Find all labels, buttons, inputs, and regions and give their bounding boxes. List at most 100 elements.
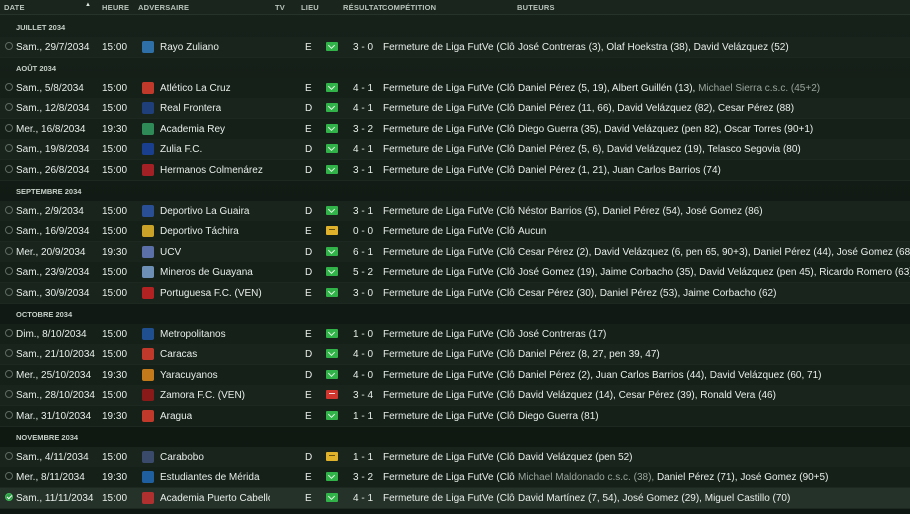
header-tv[interactable]: TV	[275, 3, 285, 12]
row-select-checkbox[interactable]	[5, 82, 13, 91]
table-row[interactable]: Sam., 26/8/2034 15:00 Hermanos Colmenárez D…	[0, 160, 910, 181]
sort-up-icon[interactable]: ▲	[85, 2, 91, 8]
opponent-link[interactable]: Atlético La Cruz	[160, 83, 231, 94]
opponent-link[interactable]: Deportivo Táchira	[160, 226, 239, 237]
competition-link[interactable]: Fermeture de Liga FutVe (Clôture)	[383, 247, 515, 258]
opponent-link[interactable]: Estudiantes de Mérida	[160, 472, 260, 483]
match-score[interactable]: 1 - 0	[353, 329, 373, 340]
row-select-checkbox[interactable]	[5, 451, 13, 460]
table-row[interactable]: Sam., 5/8/2034 15:00 Atlético La Cruz E 4 - …	[0, 77, 910, 99]
table-row[interactable]: Sam., 19/8/2034 15:00 Zulia F.C. D 4 - 1 Ferm…	[0, 139, 910, 161]
competition-link[interactable]: Fermeture de Liga FutVe (Clôture)	[383, 452, 515, 463]
competition-link[interactable]: Fermeture de Liga FutVe (Clôture)	[383, 42, 515, 53]
table-row[interactable]: Mer., 16/8/2034 19:30 Academia Rey E 3 - 2 Fe…	[0, 118, 910, 140]
competition-link[interactable]: Fermeture de Liga FutVe (Clôture)	[383, 329, 515, 340]
row-select-checkbox[interactable]	[5, 205, 13, 214]
row-select-checkbox[interactable]	[5, 328, 13, 337]
competition-link[interactable]: Fermeture de Liga FutVe (Clôture)	[383, 493, 515, 504]
opponent-link[interactable]: Carabobo	[160, 452, 204, 463]
match-score[interactable]: 6 - 1	[353, 247, 373, 258]
competition-link[interactable]: Fermeture de Liga FutVe (Clôture)	[383, 103, 515, 114]
match-score[interactable]: 4 - 1	[353, 493, 373, 504]
match-score[interactable]: 1 - 1	[353, 411, 373, 422]
competition-link[interactable]: Fermeture de Liga FutVe (Clôture)	[383, 267, 515, 278]
match-score[interactable]: 3 - 1	[353, 206, 373, 217]
row-select-checkbox[interactable]	[5, 226, 13, 235]
opponent-link[interactable]: UCV	[160, 247, 181, 258]
match-score[interactable]: 4 - 0	[353, 349, 373, 360]
row-select-checkbox[interactable]	[5, 165, 13, 173]
opponent-link[interactable]: Academia Rey	[160, 124, 225, 135]
header-competition[interactable]: COMPÉTITION	[382, 3, 436, 12]
match-score[interactable]: 4 - 1	[353, 103, 373, 114]
row-select-checkbox[interactable]	[5, 123, 13, 132]
table-row[interactable]: Sam., 28/10/2034 15:00 Zamora F.C. (VEN) E 3…	[0, 385, 910, 407]
table-row[interactable]: Sam., 16/9/2034 15:00 Deportivo Táchira E 0 …	[0, 221, 910, 243]
header-date[interactable]: DATE	[4, 3, 25, 12]
competition-link[interactable]: Fermeture de Liga FutVe (Clôture)	[383, 370, 515, 381]
row-select-checkbox[interactable]	[5, 369, 13, 378]
table-row[interactable]: Dim., 8/10/2034 15:00 Metropolitanos E 1 - 0…	[0, 323, 910, 345]
match-score[interactable]: 3 - 0	[353, 42, 373, 53]
opponent-link[interactable]: Zulia F.C.	[160, 144, 202, 155]
opponent-link[interactable]: Deportivo La Guaira	[160, 206, 250, 217]
row-select-checkbox[interactable]	[5, 492, 13, 501]
table-row[interactable]: Sam., 4/11/2034 15:00 Carabobo D 1 - 1 Fermet…	[0, 446, 910, 468]
row-select-checkbox[interactable]	[5, 411, 13, 419]
opponent-link[interactable]: Zamora F.C. (VEN)	[160, 390, 245, 401]
competition-link[interactable]: Fermeture de Liga FutVe (Clôture)	[383, 165, 515, 176]
match-score[interactable]: 1 - 1	[353, 452, 373, 463]
match-score[interactable]: 5 - 2	[353, 267, 373, 278]
header-lieu[interactable]: LIEU	[301, 3, 319, 12]
table-row[interactable]: Sam., 30/9/2034 15:00 Portuguesa F.C. (VEN…	[0, 283, 910, 304]
header-adversaire[interactable]: ADVERSAIRE	[138, 3, 189, 12]
table-row[interactable]: Mer., 20/9/2034 19:30 UCV D 6 - 1 Fermeture d…	[0, 241, 910, 263]
opponent-link[interactable]: Metropolitanos	[160, 329, 226, 340]
competition-link[interactable]: Fermeture de Liga FutVe (Clôture)	[383, 144, 515, 155]
row-select-checkbox[interactable]	[5, 267, 13, 276]
competition-link[interactable]: Fermeture de Liga FutVe (Clôture)	[383, 206, 515, 217]
row-select-checkbox[interactable]	[5, 288, 13, 296]
competition-link[interactable]: Fermeture de Liga FutVe (Clôture)	[383, 411, 515, 422]
row-select-checkbox[interactable]	[5, 103, 13, 112]
table-row[interactable]: Sam., 23/9/2034 15:00 Mineros de Guayana D 5…	[0, 262, 910, 284]
competition-link[interactable]: Fermeture de Liga FutVe (Clôture)	[383, 288, 515, 299]
match-score[interactable]: 4 - 0	[353, 370, 373, 381]
table-row[interactable]: Mar., 31/10/2034 19:30 Aragua E 1 - 1 Fermetu…	[0, 406, 910, 427]
competition-link[interactable]: Fermeture de Liga FutVe (Clôture)	[383, 83, 515, 94]
opponent-link[interactable]: Rayo Zuliano	[160, 42, 219, 53]
opponent-link[interactable]: Aragua	[160, 411, 192, 422]
table-row[interactable]: Sam., 29/7/2034 15:00 Rayo Zuliano E 3 - 0 Fe…	[0, 37, 910, 58]
table-row[interactable]: Sam., 21/10/2034 15:00 Caracas D 4 - 0 Fermet…	[0, 344, 910, 366]
row-select-checkbox[interactable]	[5, 472, 13, 481]
row-select-checkbox[interactable]	[5, 42, 13, 50]
competition-link[interactable]: Fermeture de Liga FutVe (Clôture)	[383, 349, 515, 360]
match-score[interactable]: 4 - 1	[353, 144, 373, 155]
opponent-link[interactable]: Academia Puerto Cabello	[160, 493, 270, 504]
match-score[interactable]: 0 - 0	[353, 226, 373, 237]
competition-link[interactable]: Fermeture de Liga FutVe (Clôture)	[383, 226, 515, 237]
match-score[interactable]: 3 - 1	[353, 165, 373, 176]
header-heure[interactable]: HEURE	[102, 3, 129, 12]
match-score[interactable]: 3 - 2	[353, 472, 373, 483]
match-score[interactable]: 4 - 1	[353, 83, 373, 94]
opponent-link[interactable]: Yaracuyanos	[160, 370, 218, 381]
header-resultat[interactable]: RÉSULTAT	[343, 3, 383, 12]
match-score[interactable]: 3 - 4	[353, 390, 373, 401]
opponent-link[interactable]: Real Frontera	[160, 103, 221, 114]
table-row[interactable]: Sam., 2/9/2034 15:00 Deportivo La Guaira D 3…	[0, 200, 910, 222]
row-select-checkbox[interactable]	[5, 144, 13, 153]
row-select-checkbox[interactable]	[5, 390, 13, 399]
table-row[interactable]: Mer., 8/11/2034 19:30 Estudiantes de Mérid…	[0, 467, 910, 489]
table-row[interactable]: Sam., 12/8/2034 15:00 Real Frontera D 4 - 1 F…	[0, 98, 910, 120]
table-row[interactable]: Mer., 25/10/2034 19:30 Yaracuyanos D 4 - 0 Fe…	[0, 364, 910, 386]
header-buteurs[interactable]: BUTEURS	[517, 3, 555, 12]
opponent-link[interactable]: Portuguesa F.C. (VEN)	[160, 288, 262, 299]
opponent-link[interactable]: Hermanos Colmenárez	[160, 165, 263, 176]
opponent-link[interactable]: Mineros de Guayana	[160, 267, 253, 278]
competition-link[interactable]: Fermeture de Liga FutVe (Clôture)	[383, 390, 515, 401]
competition-link[interactable]: Fermeture de Liga FutVe (Clôture)	[383, 472, 515, 483]
competition-link[interactable]: Fermeture de Liga FutVe (Clôture)	[383, 124, 515, 135]
row-select-checkbox[interactable]	[5, 349, 13, 358]
row-select-checkbox[interactable]	[5, 246, 13, 255]
